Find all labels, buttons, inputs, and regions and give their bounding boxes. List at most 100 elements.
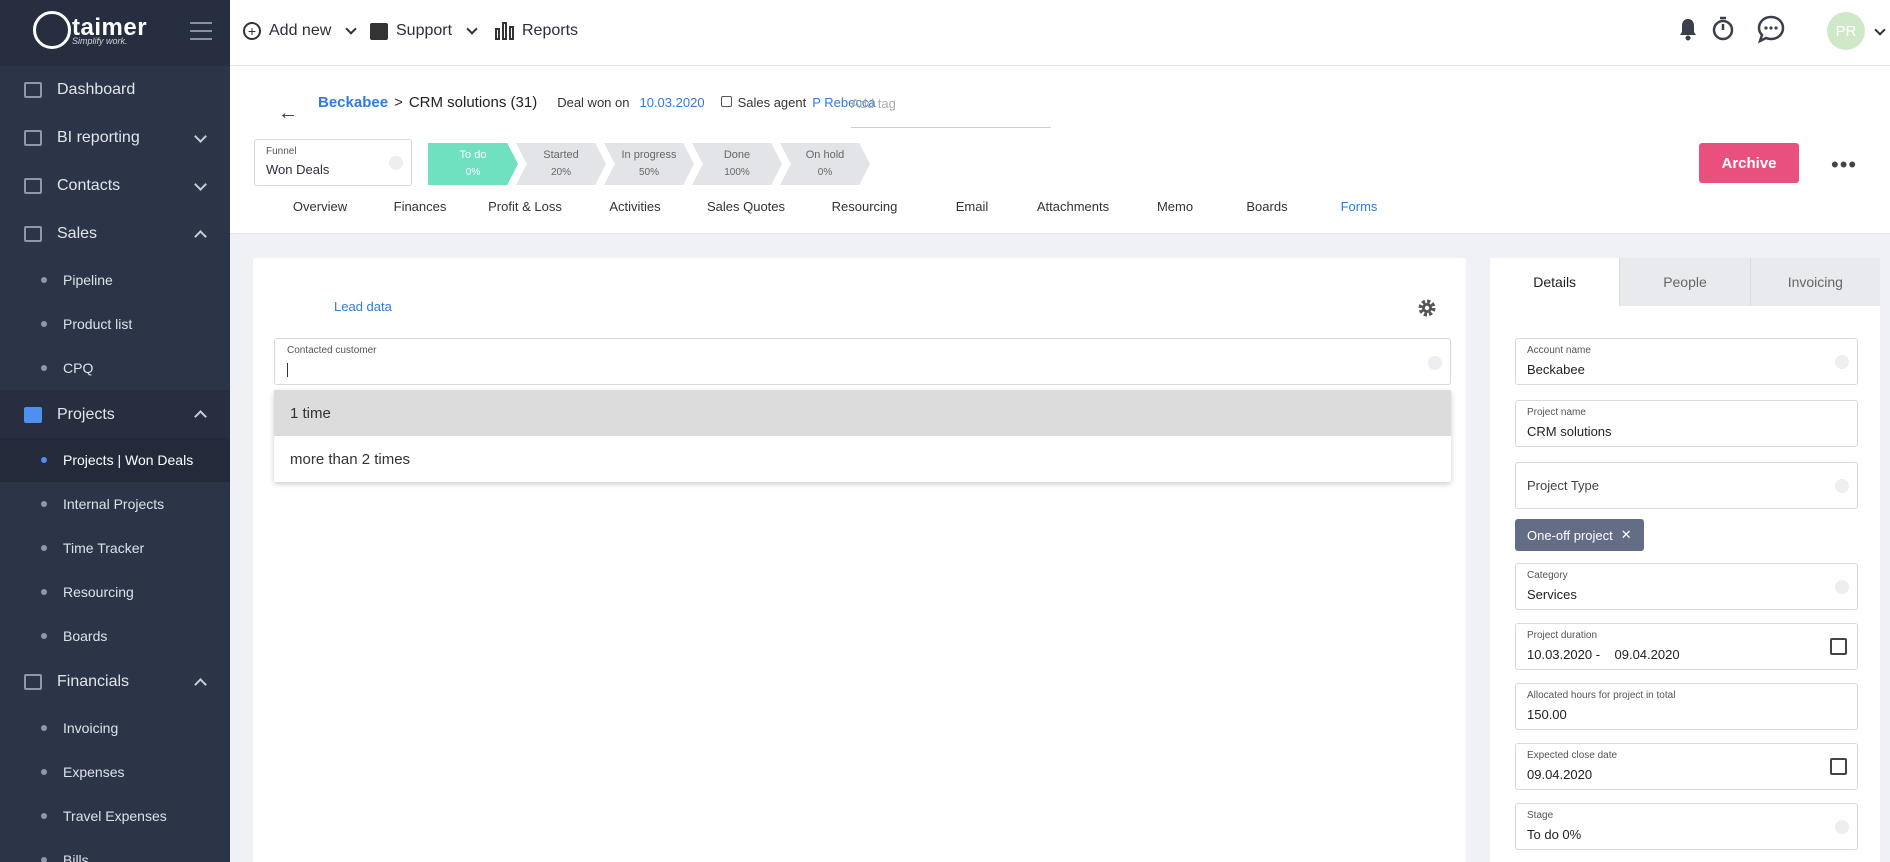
gear-icon[interactable] bbox=[1417, 298, 1437, 318]
support-label: Support bbox=[396, 22, 453, 39]
reports-link[interactable]: Reports bbox=[495, 0, 578, 62]
chevron-down-icon bbox=[194, 130, 207, 143]
tab-sales-quotes[interactable]: Sales Quotes bbox=[690, 199, 802, 214]
support-icon bbox=[370, 22, 388, 40]
sidebar-item-contacts[interactable]: Contacts bbox=[0, 162, 230, 210]
bell-icon[interactable] bbox=[1675, 16, 1701, 42]
tab-resourcing[interactable]: Resourcing bbox=[802, 199, 927, 214]
stage-to-do[interactable]: To do 0% bbox=[428, 143, 518, 185]
category-field[interactable]: Category Services bbox=[1515, 563, 1858, 610]
project-duration-field[interactable]: Project duration 10.03.2020 - 09.04.2020 bbox=[1515, 623, 1858, 670]
stage-name: On hold bbox=[805, 149, 845, 161]
expected-close-date-field[interactable]: Expected close date 09.04.2020 bbox=[1515, 743, 1858, 790]
logo[interactable]: taimer Simplify work. bbox=[0, 0, 230, 66]
sidebar-item-internal-projects[interactable]: Internal Projects bbox=[0, 482, 230, 526]
tab-memo[interactable]: Memo bbox=[1129, 199, 1221, 214]
sidebar-item-sales[interactable]: Sales bbox=[0, 210, 230, 258]
deal-won-date[interactable]: 10.03.2020 bbox=[639, 95, 704, 110]
close-icon[interactable]: ✕ bbox=[1621, 527, 1632, 543]
field-value: Services bbox=[1527, 587, 1577, 602]
sidebar-item-expenses[interactable]: Expenses bbox=[0, 750, 230, 794]
sidebar-item-bills[interactable]: Bills bbox=[0, 838, 230, 862]
chevron-down-icon[interactable] bbox=[1874, 24, 1886, 36]
timer-icon[interactable] bbox=[1710, 16, 1736, 42]
taimer-logo-icon bbox=[33, 11, 71, 49]
calendar-icon[interactable] bbox=[1830, 758, 1847, 775]
stage-in-progress[interactable]: In progress 50% bbox=[604, 143, 694, 185]
tab-attachments[interactable]: Attachments bbox=[1017, 199, 1129, 214]
sidebar-item-financials[interactable]: Financials bbox=[0, 658, 230, 706]
duration-start[interactable]: 10.03.2020 bbox=[1527, 647, 1592, 662]
page-title: CRM solutions (31) bbox=[408, 94, 538, 111]
account-name-field[interactable]: Account name Beckabee bbox=[1515, 338, 1858, 385]
stage-percent: 20% bbox=[550, 167, 571, 178]
tab-people[interactable]: People bbox=[1619, 258, 1750, 306]
add-new-label: Add new bbox=[269, 22, 332, 39]
sidebar-item-boards[interactable]: Boards bbox=[0, 614, 230, 658]
sidebar-item-invoicing[interactable]: Invoicing bbox=[0, 706, 230, 750]
more-options-icon[interactable]: ••• bbox=[1831, 154, 1857, 176]
sidebar-item-label: Time Tracker bbox=[63, 540, 145, 556]
sidebar-item-dashboard[interactable]: Dashboard bbox=[0, 66, 230, 114]
stage-started[interactable]: Started 20% bbox=[516, 143, 606, 185]
sidebar-item-bi-reporting[interactable]: BI reporting bbox=[0, 114, 230, 162]
duration-end[interactable]: 09.04.2020 bbox=[1615, 647, 1680, 662]
chevron-down-icon[interactable] bbox=[1428, 356, 1442, 370]
back-arrow-icon[interactable]: ← bbox=[278, 102, 298, 125]
field-placeholder: Project Type bbox=[1527, 478, 1600, 493]
field-label: Allocated hours for project in total bbox=[1527, 690, 1676, 701]
top-bar: + Add new Support Reports PR bbox=[230, 0, 1890, 66]
forms-panel: Lead data Contacted customer 1 time more… bbox=[253, 258, 1466, 862]
tab-forms[interactable]: Forms bbox=[1313, 199, 1405, 214]
reports-icon bbox=[495, 22, 514, 40]
funnel-select[interactable]: Funnel Won Deals bbox=[254, 139, 412, 186]
breadcrumb-account-link[interactable]: Beckabee bbox=[318, 94, 388, 111]
bullet-icon bbox=[41, 633, 47, 639]
add-new-menu[interactable]: + Add new bbox=[243, 0, 357, 62]
archive-button[interactable]: Archive bbox=[1699, 143, 1799, 183]
calendar-icon[interactable] bbox=[1830, 638, 1847, 655]
tab-finances[interactable]: Finances bbox=[370, 199, 470, 214]
sidebar-item-product-list[interactable]: Product list bbox=[0, 302, 230, 346]
project-type-select[interactable]: Project Type bbox=[1515, 462, 1858, 509]
sidebar-item-projects[interactable]: Projects bbox=[0, 390, 230, 440]
tab-email[interactable]: Email bbox=[927, 199, 1017, 214]
option-1-time[interactable]: 1 time bbox=[274, 390, 1451, 436]
chip-label: One-off project bbox=[1527, 527, 1613, 543]
tab-profit-loss[interactable]: Profit & Loss bbox=[470, 199, 580, 214]
allocated-hours-field[interactable]: Allocated hours for project in total 150.… bbox=[1515, 683, 1858, 730]
tab-invoicing[interactable]: Invoicing bbox=[1749, 258, 1880, 306]
sidebar-item-label: Contacts bbox=[57, 177, 121, 194]
sidebar-item-resourcing[interactable]: Resourcing bbox=[0, 570, 230, 614]
add-tag-input[interactable]: Add tag bbox=[851, 94, 1051, 128]
project-name-field[interactable]: Project name CRM solutions bbox=[1515, 400, 1858, 447]
stage-on-hold[interactable]: On hold 0% bbox=[780, 143, 870, 185]
bullet-icon bbox=[41, 545, 47, 551]
lead-data-tab[interactable]: Lead data bbox=[334, 299, 392, 314]
contacted-customer-field[interactable]: Contacted customer bbox=[274, 338, 1451, 385]
stage-field[interactable]: Stage To do 0% bbox=[1515, 803, 1858, 850]
option-more-than-2-times[interactable]: more than 2 times bbox=[274, 436, 1451, 482]
sidebar-item-pipeline[interactable]: Pipeline bbox=[0, 258, 230, 302]
sidebar-item-travel-expenses[interactable]: Travel Expenses bbox=[0, 794, 230, 838]
projects-icon bbox=[24, 407, 42, 423]
chat-icon[interactable] bbox=[1756, 14, 1786, 44]
support-menu[interactable]: Support bbox=[370, 0, 478, 62]
sidebar-item-time-tracker[interactable]: Time Tracker bbox=[0, 526, 230, 570]
field-label: Project duration bbox=[1527, 630, 1598, 641]
sidebar-item-projects-won-deals[interactable]: Projects | Won Deals bbox=[0, 438, 230, 482]
collapse-menu-icon[interactable] bbox=[190, 22, 212, 46]
financials-icon bbox=[24, 674, 42, 690]
sidebar-item-label: Travel Expenses bbox=[63, 808, 167, 824]
chevron-down-icon bbox=[194, 178, 207, 191]
tab-details[interactable]: Details bbox=[1490, 258, 1620, 306]
tab-boards[interactable]: Boards bbox=[1221, 199, 1313, 214]
avatar[interactable]: PR bbox=[1827, 12, 1865, 50]
stage-done[interactable]: Done 100% bbox=[692, 143, 782, 185]
field-value: 150.00 bbox=[1527, 707, 1567, 722]
tab-overview[interactable]: Overview bbox=[270, 199, 370, 214]
field-value: 09.04.2020 bbox=[1527, 767, 1593, 782]
bullet-icon bbox=[41, 589, 47, 595]
tab-activities[interactable]: Activities bbox=[580, 199, 690, 214]
sidebar-item-cpq[interactable]: CPQ bbox=[0, 346, 230, 390]
